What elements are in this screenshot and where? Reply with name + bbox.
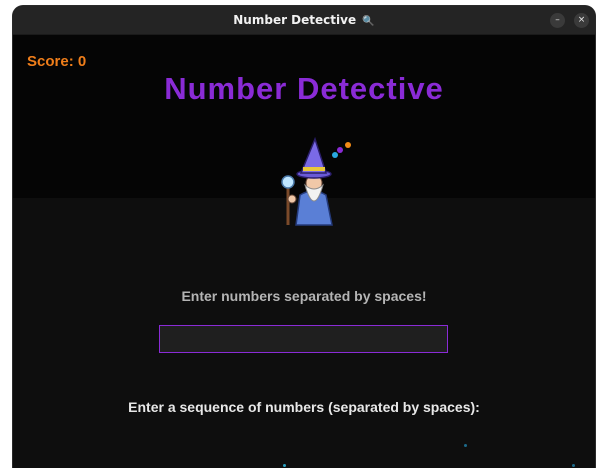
decorative-dot <box>572 464 575 467</box>
minimize-button[interactable]: – <box>550 13 565 28</box>
window-title: Number Detective 🔍 <box>13 6 595 34</box>
app-content: Score: 0 Number Detective Enter numbers <box>13 35 595 468</box>
app-title: Number Detective <box>164 71 444 106</box>
prompt-text: Enter a sequence of numbers (separated b… <box>128 399 480 415</box>
instruction-text: Enter numbers separated by spaces! <box>181 288 427 304</box>
score-label: Score: 0 <box>27 53 87 70</box>
title-bar[interactable]: Number Detective 🔍 – × <box>13 6 595 35</box>
number-input[interactable] <box>159 325 448 353</box>
magnifier-icon: 🔍 <box>362 16 375 27</box>
close-button[interactable]: × <box>574 13 589 28</box>
window-title-text: Number Detective <box>233 13 357 27</box>
wizard-icon <box>281 137 351 226</box>
decorative-dot <box>464 444 467 447</box>
decorative-dot <box>283 464 286 467</box>
app-window: Number Detective 🔍 – × Score: 0 Number D… <box>13 6 595 468</box>
